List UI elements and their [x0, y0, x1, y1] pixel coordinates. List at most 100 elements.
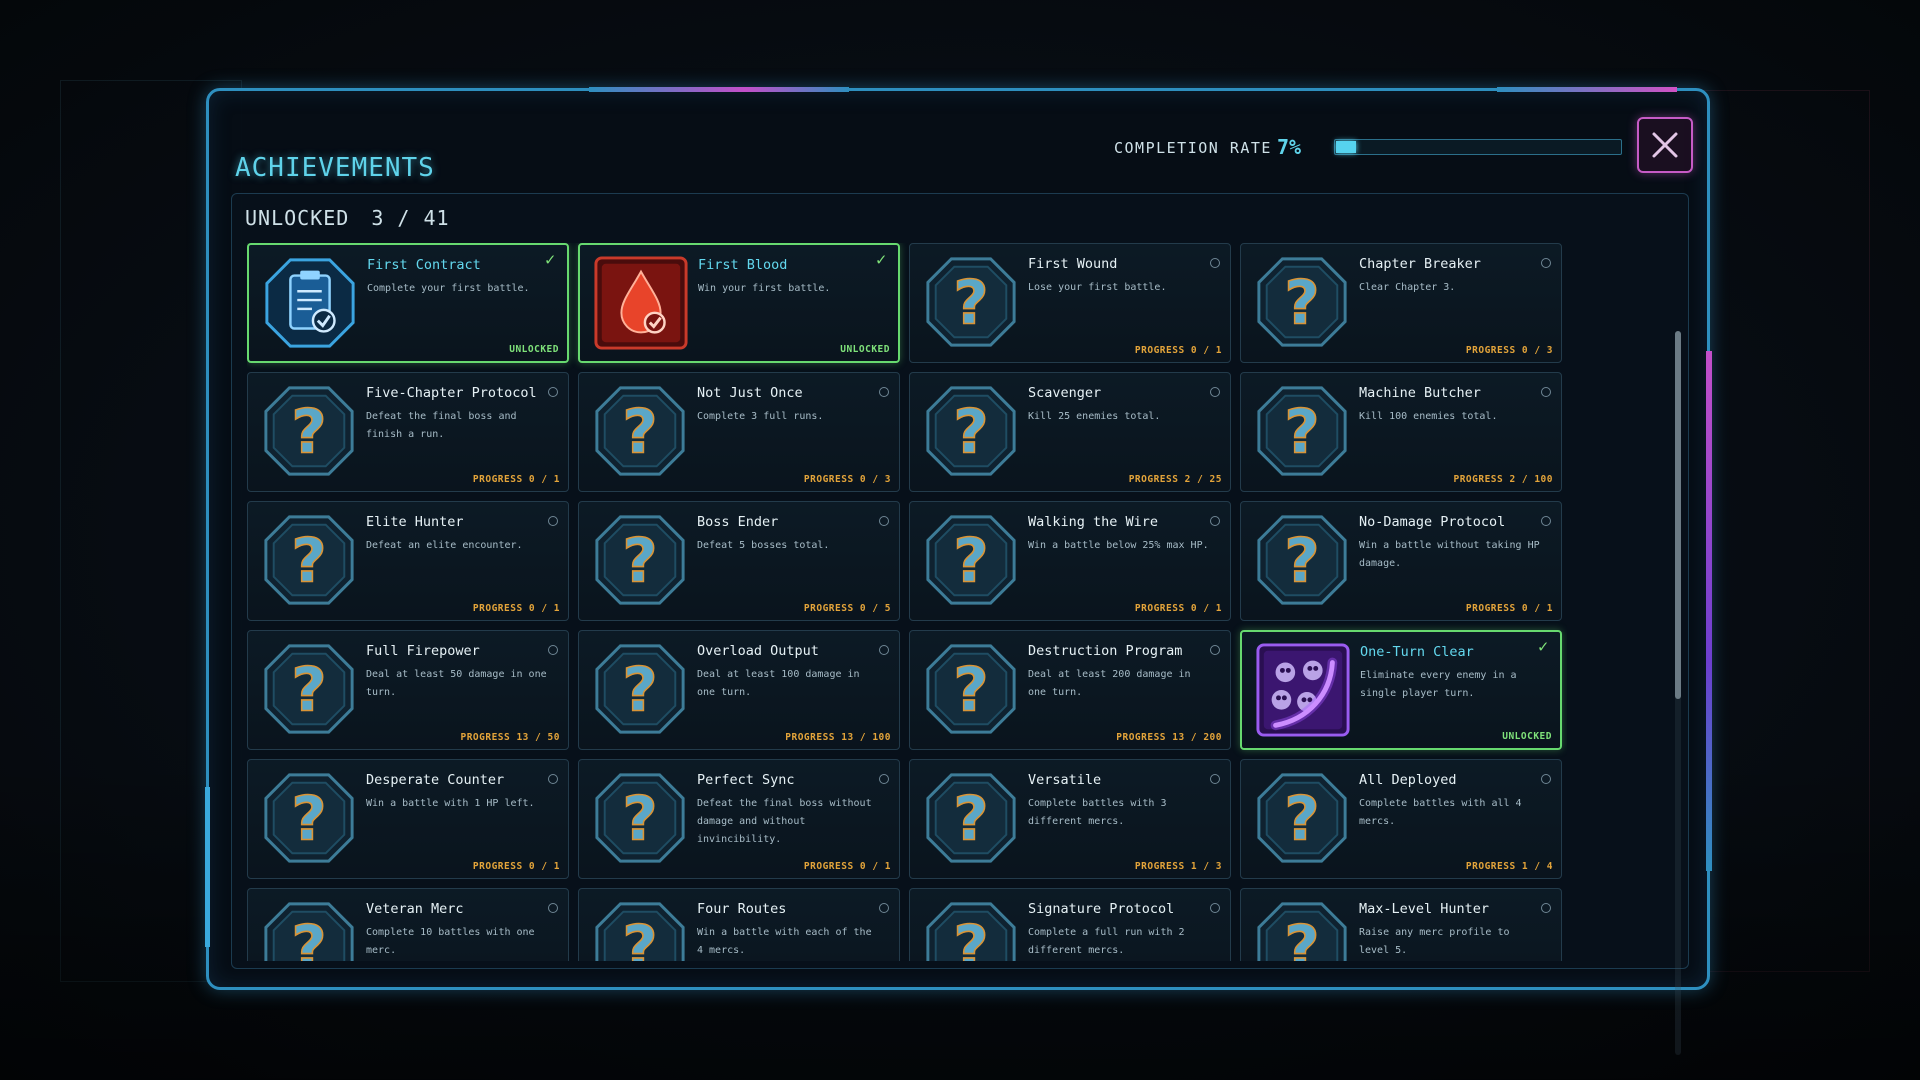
achievement-description: Eliminate every enemy in a single player…: [1360, 670, 1517, 699]
scrollbar-thumb[interactable]: [1675, 331, 1681, 699]
mystery-icon: ?: [591, 898, 689, 961]
achievement-description: Complete 3 full runs.: [697, 411, 824, 422]
svg-text:?: ?: [622, 785, 657, 855]
achievement-name: Versatile: [1028, 772, 1102, 788]
achievement-card[interactable]: ? Walking the Wire Win a battle below 25% …: [909, 501, 1231, 621]
locked-status-icon: [1210, 645, 1220, 655]
check-icon: ✓: [545, 250, 556, 270]
achievement-card[interactable]: First Contract Complete your first battle…: [247, 243, 569, 363]
achievement-description: Complete a full run with 2 different mer…: [1028, 927, 1185, 956]
mystery-icon: ?: [591, 769, 689, 867]
locked-status-icon: [1541, 387, 1551, 397]
svg-text:?: ?: [953, 398, 988, 468]
achievement-name: Veteran Merc: [366, 901, 464, 917]
mystery-icon: ?: [922, 898, 1020, 961]
unlocked-count: 3 / 41: [371, 206, 450, 230]
achievement-card[interactable]: ? Destruction Program Deal at least 200 da…: [909, 630, 1231, 750]
achievement-card[interactable]: ? Signature Protocol Complete a full run w…: [909, 888, 1231, 961]
svg-text:?: ?: [291, 527, 326, 597]
achievement-card[interactable]: ? Desperate Counter Win a battle with 1 HP…: [247, 759, 569, 879]
achievement-name: No-Damage Protocol: [1359, 514, 1506, 530]
achievement-card[interactable]: ? Versatile Complete battles with 3 differ…: [909, 759, 1231, 879]
achievement-description: Raise any merc profile to level 5.: [1359, 927, 1510, 956]
achievement-description: Deal at least 50 damage in one turn.: [366, 669, 547, 698]
achievement-description: Defeat the final boss without damage and…: [697, 798, 872, 845]
mystery-icon: ?: [591, 511, 689, 609]
achievement-name: Overload Output: [697, 643, 819, 659]
mystery-icon: ?: [1253, 253, 1351, 351]
svg-text:?: ?: [1284, 398, 1319, 468]
progress-text: PROGRESS 0 / 1: [472, 861, 560, 872]
achievement-card[interactable]: ? Perfect Sync Defeat the final boss witho…: [578, 759, 900, 879]
achievement-card[interactable]: ? Chapter Breaker Clear Chapter 3. PROGRESS…: [1240, 243, 1562, 363]
achievement-card[interactable]: ? Boss Ender Defeat 5 bosses total. PROGRES…: [578, 501, 900, 621]
achievement-card[interactable]: ? Machine Butcher Kill 100 enemies total. P…: [1240, 372, 1562, 492]
mystery-icon: ?: [922, 769, 1020, 867]
achievement-card[interactable]: ? Full Firepower Deal at least 50 damage i…: [247, 630, 569, 750]
achievement-card[interactable]: ? Not Just Once Complete 3 full runs. PROGR…: [578, 372, 900, 492]
mystery-icon: ?: [1253, 769, 1351, 867]
svg-text:?: ?: [953, 914, 988, 961]
mystery-icon: ?: [260, 382, 358, 480]
achievement-card[interactable]: ? First Wound Lose your first battle. PROGR…: [909, 243, 1231, 363]
achievement-card[interactable]: ? Max-Level Hunter Raise any merc profile …: [1240, 888, 1562, 961]
locked-status-icon: [879, 903, 889, 913]
locked-status-icon: [548, 645, 558, 655]
locked-status-icon: [1210, 903, 1220, 913]
svg-text:?: ?: [1284, 785, 1319, 855]
locked-status-icon: [548, 903, 558, 913]
achievement-card[interactable]: ? Four Routes Win a battle with each of th…: [578, 888, 900, 961]
mystery-icon: ?: [591, 640, 689, 738]
svg-text:?: ?: [1284, 914, 1319, 961]
achievement-name: First Wound: [1028, 256, 1118, 272]
svg-text:?: ?: [291, 398, 326, 468]
check-icon: ✓: [876, 250, 887, 270]
achievement-description: Complete your first battle.: [367, 283, 530, 294]
achievement-description: Win a battle with each of the 4 mercs.: [697, 927, 872, 956]
achievement-name: Scavenger: [1028, 385, 1102, 401]
skull-slash-icon: [1254, 641, 1352, 739]
frame-accent-bottom-left: [205, 787, 210, 947]
mystery-icon: ?: [922, 640, 1020, 738]
svg-text:?: ?: [622, 398, 657, 468]
achievement-card[interactable]: ? All Deployed Complete battles with all 4…: [1240, 759, 1562, 879]
locked-status-icon: [1210, 258, 1220, 268]
mystery-icon: ?: [922, 511, 1020, 609]
locked-status-icon: [879, 645, 889, 655]
achievement-card[interactable]: First Blood Win your first battle. ✓ UNLOCK…: [578, 243, 900, 363]
achievement-name: First Blood: [698, 257, 788, 273]
achievement-card[interactable]: ? Scavenger Kill 25 enemies total. PROGRESS…: [909, 372, 1231, 492]
mystery-icon: ?: [260, 640, 358, 738]
achievement-description: Complete battles with 3 different mercs.: [1028, 798, 1167, 827]
achievement-card[interactable]: One-Turn Clear Eliminate every enemy in a…: [1240, 630, 1562, 750]
svg-text:?: ?: [622, 527, 657, 597]
achievement-card[interactable]: ? Overload Output Deal at least 100 damage…: [578, 630, 900, 750]
achievement-card[interactable]: ? No-Damage Protocol Win a battle without …: [1240, 501, 1562, 621]
check-icon: ✓: [1538, 637, 1549, 657]
locked-status-icon: [1210, 516, 1220, 526]
achievement-description: Defeat 5 bosses total.: [697, 540, 830, 551]
progress-text: PROGRESS 1 / 4: [1465, 861, 1553, 872]
achievement-grid: First Contract Complete your first battle…: [247, 243, 1567, 961]
achievement-card[interactable]: ? Elite Hunter Defeat an elite encounter. P…: [247, 501, 569, 621]
locked-status-icon: [548, 774, 558, 784]
frame-accent-top-right: [1497, 87, 1677, 92]
progress-text: PROGRESS 2 / 100: [1453, 474, 1553, 485]
achievement-description: Complete battles with all 4 mercs.: [1359, 798, 1522, 827]
mystery-icon: ?: [1253, 898, 1351, 961]
progress-text: PROGRESS 1 / 3: [1134, 861, 1222, 872]
achievement-card[interactable]: ? Veteran Merc Complete 10 battles with on…: [247, 888, 569, 961]
completion-rate-value: 7%: [1277, 135, 1302, 159]
mystery-icon: ?: [260, 769, 358, 867]
achievement-description: Win a battle without taking HP damage.: [1359, 540, 1540, 569]
achievement-name: Machine Butcher: [1359, 385, 1481, 401]
locked-status-icon: [1541, 774, 1551, 784]
svg-text:?: ?: [622, 656, 657, 726]
svg-text:?: ?: [291, 656, 326, 726]
achievement-card[interactable]: ? Five-Chapter Protocol Defeat the final b…: [247, 372, 569, 492]
close-button[interactable]: [1637, 117, 1693, 173]
progress-text: PROGRESS 0 / 5: [803, 603, 891, 614]
achievement-name: Desperate Counter: [366, 772, 505, 788]
mystery-icon: ?: [922, 253, 1020, 351]
achievements-window: ACHIEVEMENTS COMPLETION RATE 7% UNLOCKED…: [205, 87, 1712, 1055]
